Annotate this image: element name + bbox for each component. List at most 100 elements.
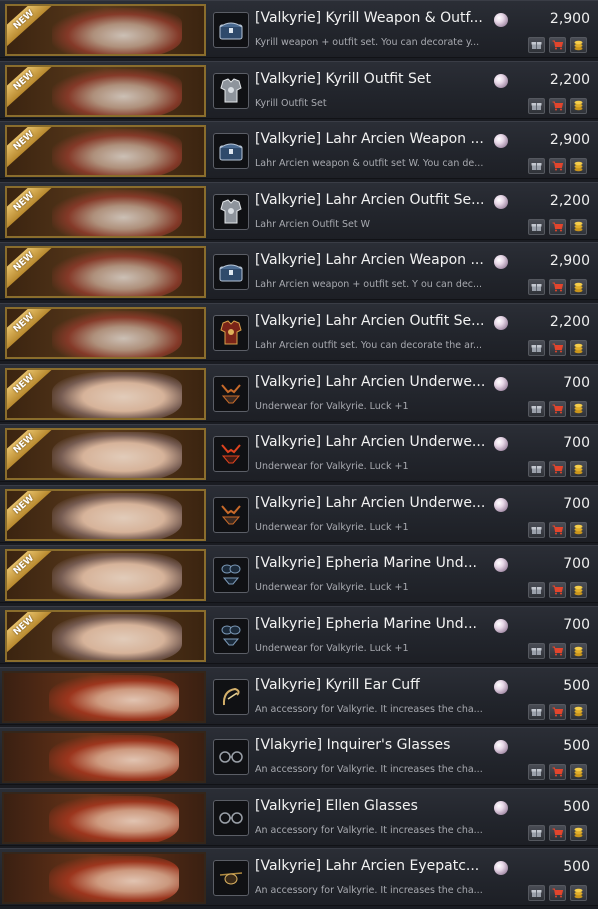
buy-button[interactable] — [570, 97, 587, 114]
gift-button[interactable] — [528, 218, 545, 235]
gift-button[interactable] — [528, 643, 545, 659]
add-to-cart-button[interactable] — [549, 400, 566, 417]
gift-icon — [531, 585, 542, 595]
item-preview-image[interactable]: NEW — [5, 488, 206, 541]
gift-button[interactable] — [528, 764, 545, 781]
buy-button[interactable] — [570, 521, 587, 538]
add-to-cart-button[interactable] — [549, 703, 566, 720]
add-to-cart-button[interactable] — [549, 764, 566, 781]
shop-item-row[interactable]: [Valkyrie] Ellen Glasses An accessory for… — [0, 787, 598, 846]
add-to-cart-button[interactable] — [549, 218, 566, 235]
armor-icon[interactable] — [213, 72, 249, 109]
gift-button[interactable] — [528, 885, 545, 902]
item-preview-image[interactable]: NEW — [5, 4, 206, 56]
shop-item-row[interactable]: NEW [Valkyrie] Lahr Arcien Outfit Se... La… — [0, 303, 598, 361]
item-preview-image[interactable]: NEW — [5, 610, 206, 662]
gift-button[interactable] — [528, 400, 545, 417]
gift-button[interactable] — [528, 158, 545, 175]
gift-button[interactable] — [528, 521, 545, 538]
underwear-icon[interactable] — [213, 496, 249, 533]
glasses-icon[interactable] — [213, 739, 249, 776]
buy-button[interactable] — [570, 37, 587, 53]
item-preview-image[interactable] — [2, 670, 206, 723]
chest-icon[interactable] — [213, 12, 249, 48]
gift-button[interactable] — [528, 582, 545, 599]
bikini-icon[interactable] — [213, 618, 249, 654]
buy-button[interactable] — [570, 764, 587, 781]
item-preview-image[interactable]: NEW — [5, 307, 206, 359]
buy-button[interactable] — [570, 158, 587, 175]
item-preview-image[interactable]: NEW — [5, 185, 206, 238]
chest-icon[interactable] — [213, 254, 249, 291]
glasses-icon[interactable] — [213, 799, 249, 836]
underwear-icon[interactable] — [213, 375, 249, 412]
shop-item-row[interactable]: [Vlakyrie] Inquirer's Glasses An accessor… — [0, 727, 598, 786]
add-to-cart-button[interactable] — [549, 340, 566, 356]
item-preview-image[interactable] — [2, 791, 206, 844]
shop-item-row[interactable]: [Valkyrie] Lahr Arcien Eyepatc... An acce… — [0, 848, 598, 907]
add-to-cart-button[interactable] — [549, 643, 566, 659]
gift-button[interactable] — [528, 279, 545, 296]
shop-item-row[interactable]: NEW [Valkyrie] Lahr Arcien Weapon ... Lahr… — [0, 121, 598, 180]
character-preview — [52, 553, 182, 600]
shop-item-row[interactable]: NEW [Valkyrie] Epheria Marine Und... Under… — [0, 606, 598, 664]
gift-button[interactable] — [528, 824, 545, 841]
add-to-cart-button[interactable] — [549, 461, 566, 478]
shop-item-row[interactable]: NEW [Valkyrie] Lahr Arcien Outfit Se... La… — [0, 181, 598, 240]
buy-button[interactable] — [570, 340, 587, 356]
item-preview-image[interactable]: NEW — [5, 367, 206, 420]
coins-icon — [573, 40, 584, 51]
gift-icon — [531, 101, 542, 111]
buy-button[interactable] — [570, 643, 587, 659]
buy-button[interactable] — [570, 885, 587, 902]
buy-button[interactable] — [570, 582, 587, 599]
shop-item-row[interactable]: NEW [Valkyrie] Lahr Arcien Weapon ... Lahr… — [0, 242, 598, 301]
gift-button[interactable] — [528, 703, 545, 720]
item-price: 700 — [563, 374, 590, 391]
eyepatch-icon[interactable] — [213, 860, 249, 897]
shop-item-row[interactable]: NEW [Valkyrie] Kyrill Weapon & Outf... Kyr… — [0, 0, 598, 58]
item-preview-image[interactable]: NEW — [5, 64, 206, 117]
armor-red-icon[interactable] — [213, 315, 249, 351]
add-to-cart-button[interactable] — [549, 885, 566, 902]
shop-item-row[interactable]: NEW [Valkyrie] Lahr Arcien Underwe... Unde… — [0, 484, 598, 543]
armor-icon[interactable] — [213, 193, 249, 230]
chest-icon[interactable] — [213, 133, 249, 170]
gift-icon — [531, 161, 542, 171]
coins-icon — [573, 100, 584, 111]
pearl-currency-icon — [494, 861, 508, 876]
shop-item-row[interactable]: [Valkyrie] Kyrill Ear Cuff An accessory f… — [0, 666, 598, 725]
gift-button[interactable] — [528, 461, 545, 478]
add-to-cart-button[interactable] — [549, 97, 566, 114]
buy-button[interactable] — [570, 703, 587, 720]
ear-cuff-icon[interactable] — [213, 678, 249, 715]
buy-button[interactable] — [570, 218, 587, 235]
item-preview-image[interactable]: NEW — [5, 428, 206, 481]
add-to-cart-button[interactable] — [549, 158, 566, 175]
underwear-red-icon[interactable] — [213, 436, 249, 473]
shop-item-row[interactable]: NEW [Valkyrie] Epheria Marine Und... Under… — [0, 545, 598, 604]
add-to-cart-button[interactable] — [549, 279, 566, 296]
gift-button[interactable] — [528, 97, 545, 114]
gift-button[interactable] — [528, 37, 545, 53]
buy-button[interactable] — [570, 400, 587, 417]
item-price: 500 — [563, 738, 590, 755]
item-preview-image[interactable]: NEW — [5, 246, 206, 299]
add-to-cart-button[interactable] — [549, 824, 566, 841]
buy-button[interactable] — [570, 824, 587, 841]
add-to-cart-button[interactable] — [549, 521, 566, 538]
shop-item-row[interactable]: NEW [Valkyrie] Kyrill Outfit Set Kyrill Ou… — [0, 60, 598, 119]
bikini-icon[interactable] — [213, 557, 249, 594]
item-preview-image[interactable] — [2, 852, 206, 905]
shop-item-row[interactable]: NEW [Valkyrie] Lahr Arcien Underwe... Unde… — [0, 363, 598, 422]
item-preview-image[interactable] — [2, 731, 206, 784]
gift-button[interactable] — [528, 340, 545, 356]
item-description: Underwear for Valkyrie. Luck +1 — [255, 521, 409, 533]
item-preview-image[interactable]: NEW — [5, 125, 206, 178]
item-preview-image[interactable]: NEW — [5, 549, 206, 602]
add-to-cart-button[interactable] — [549, 582, 566, 599]
add-to-cart-button[interactable] — [549, 37, 566, 53]
buy-button[interactable] — [570, 279, 587, 296]
buy-button[interactable] — [570, 461, 587, 478]
shop-item-row[interactable]: NEW [Valkyrie] Lahr Arcien Underwe... Unde… — [0, 424, 598, 483]
